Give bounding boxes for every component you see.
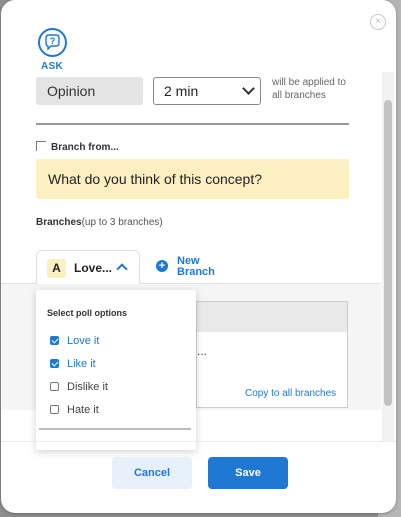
branch-from-heading: Branch from... [36,141,119,153]
cancel-button[interactable]: Cancel [112,457,192,489]
ask-label: ASK [41,61,64,72]
branches-label: Branches [36,217,82,228]
options-table-header [196,301,348,333]
branch-from-label: Branch from... [51,142,119,153]
checkbox[interactable] [50,382,59,391]
footer-divider [1,441,396,442]
branch-tab-label: Love... [74,261,113,275]
source-question: What do you think of this concept? [36,159,349,199]
apply-note: will be applied to all branches [272,77,346,101]
poll-option-label: Love it [67,335,100,347]
question-type-field: Opinion [36,77,143,105]
branch-letter-badge: A [47,259,66,278]
close-icon[interactable]: × [370,14,386,30]
branches-heading: Branches(up to 3 branches) [36,217,163,228]
tab-branch-a[interactable]: A Love... [36,250,140,284]
section-divider [36,123,349,125]
branches-hint: (up to 3 branches) [81,217,163,228]
chevron-down-icon [242,82,255,95]
checkbox[interactable] [50,359,59,368]
branch-icon [36,141,46,151]
new-branch-label: New Branch [177,255,215,278]
plus-icon: + [156,260,168,272]
time-limit-value: 2 min [164,83,199,99]
checkbox[interactable] [50,405,59,414]
time-limit-select[interactable]: 2 min [153,77,261,105]
dropdown-title: Select poll options [47,308,128,318]
poll-options-dropdown: Select poll options Love it Like it Disl… [36,290,196,450]
poll-option-label: Hate it [67,404,99,416]
poll-option-label: Dislike it [67,381,108,393]
checkbox[interactable] [50,336,59,345]
branch-dialog: × ? ASK Opinion 2 min will be applied to… [1,0,396,513]
truncated-text: ... [197,344,208,358]
copy-to-all-branches-link[interactable]: Copy to all branches [245,388,336,399]
dropdown-divider [39,428,191,430]
chevron-up-icon[interactable] [116,263,128,275]
scrollbar-thumb[interactable] [384,100,392,406]
poll-option-label: Like it [67,358,96,370]
save-button[interactable]: Save [208,457,288,489]
svg-text:?: ? [50,36,56,46]
question-bubble-icon: ? [38,28,67,57]
